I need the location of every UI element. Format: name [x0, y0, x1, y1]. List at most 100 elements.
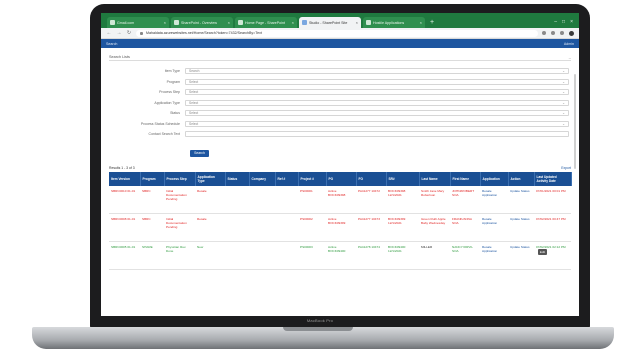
- star-icon[interactable]: [542, 30, 546, 35]
- back-icon[interactable]: ←: [106, 30, 112, 36]
- field-label: Status: [170, 111, 180, 116]
- table-cell[interactable]: Update Status: [508, 185, 534, 214]
- column-header[interactable]: First Name: [450, 171, 481, 186]
- field-value: Select: [189, 90, 199, 95]
- close-tab-icon[interactable]: ×: [164, 20, 166, 25]
- close-tab-icon[interactable]: ×: [356, 20, 358, 25]
- close-tab-icon[interactable]: ×: [420, 20, 422, 25]
- cell-text: SBRC: [142, 188, 151, 193]
- table-cell: [225, 241, 249, 270]
- table-row[interactable]: SBRC0010 01-01 SBRC Initial Documentation …: [109, 185, 571, 214]
- column-header[interactable]: PO: [326, 171, 357, 186]
- field-label: Contact Search Text: [148, 132, 180, 137]
- extensions-icon[interactable]: [551, 30, 555, 35]
- column-header[interactable]: Project #: [298, 171, 327, 186]
- column-header[interactable]: Action: [508, 171, 535, 186]
- favicon-icon: [366, 20, 371, 25]
- column-header[interactable]: Program: [140, 171, 165, 186]
- browser-tab[interactable]: Hostile Applications ×: [363, 17, 425, 28]
- cell-text: Update Status: [510, 188, 530, 193]
- profile-avatar[interactable]: [569, 30, 574, 36]
- cell-text: SBRC0008 01-01: [111, 217, 136, 221]
- cell-text: Smith Jane Mary Robertson: [421, 188, 445, 197]
- field-select[interactable]: Select ⌄: [185, 99, 569, 106]
- favicon-icon: [302, 20, 307, 25]
- search-button[interactable]: Search: [190, 149, 209, 157]
- table-cell: Physician Rev. Done: [164, 241, 195, 270]
- close-tab-icon[interactable]: ×: [292, 20, 294, 25]
- table-cell[interactable]: Resale Application: [480, 185, 508, 214]
- reload-icon[interactable]: ↻: [126, 30, 132, 36]
- maximize-icon[interactable]: □: [562, 19, 565, 25]
- new-tab-button[interactable]: +: [427, 17, 437, 28]
- column-header[interactable]: Process Step: [164, 171, 196, 186]
- table-cell: BOCK09398 12/1/2021: [386, 185, 419, 214]
- field-value: Select: [189, 100, 199, 105]
- tab-label: Studio - SharePoint Site: [309, 20, 348, 25]
- browser-tab[interactable]: SharePoint - Overview ×: [171, 17, 233, 28]
- results-count: Results 1 - 3 of 3: [109, 166, 135, 170]
- table-cell: [275, 185, 298, 214]
- table-cell[interactable]: Update Status: [508, 213, 534, 242]
- browser-tab[interactable]: Gmail.com ×: [107, 17, 169, 28]
- close-tab-icon[interactable]: ×: [228, 20, 230, 25]
- column-header[interactable]: Company: [249, 171, 276, 186]
- row-edit-button[interactable]: Edit: [538, 249, 547, 255]
- table-cell: SBRC: [140, 213, 164, 242]
- table-cell: PA41277 10472: [356, 185, 386, 214]
- chevron-down-icon: ⌄: [562, 79, 565, 84]
- cell-text: Update Status: [510, 217, 530, 221]
- form-row: Process Status Schedule Select ⌄: [101, 119, 569, 130]
- column-header[interactable]: Application Type: [195, 171, 226, 186]
- cell-text: BOCK09398 12/1/2021: [388, 188, 406, 197]
- laptop-screen: Gmail.com × SharePoint - Overview × Home Pag…: [101, 13, 579, 316]
- table-cell: SBRC: [140, 185, 164, 214]
- export-link[interactable]: Export: [561, 166, 571, 170]
- table-cell: BOCK09400 12/1/2021: [386, 241, 419, 270]
- column-header[interactable]: Last Updated Activity Date: [534, 171, 572, 186]
- favicon-icon: [174, 20, 179, 25]
- search-form: Item Type Search ⌄ Program Select ⌄ Process St…: [101, 66, 569, 140]
- field-select[interactable]: Select ⌄: [185, 120, 569, 127]
- field-select[interactable]: Select ⌄: [185, 89, 569, 96]
- table-cell[interactable]: Update Status: [508, 241, 534, 270]
- user-menu[interactable]: Admin: [564, 42, 574, 46]
- app-title: Search: [106, 41, 118, 46]
- field-select[interactable]: [185, 131, 569, 138]
- collapse-icon[interactable]: –: [569, 55, 571, 60]
- field-value: Select: [189, 121, 199, 126]
- field-select[interactable]: Search ⌄: [185, 68, 569, 75]
- column-header[interactable]: Ref #: [275, 171, 299, 186]
- form-row: Program Select ⌄: [101, 77, 569, 88]
- table-row[interactable]: SBRC0005 01-01 SHARE Physician Rev. Done Ne…: [109, 241, 571, 270]
- browser-tab[interactable]: Home Page - SharePoint ×: [235, 17, 297, 28]
- close-window-icon[interactable]: ×: [570, 19, 573, 25]
- column-header[interactable]: Last Name: [419, 171, 451, 186]
- forward-icon[interactable]: →: [116, 30, 122, 36]
- lock-icon: [140, 31, 143, 35]
- field-label: Item Type: [164, 69, 180, 74]
- field-select[interactable]: Select ⌄: [185, 110, 569, 117]
- cell-text: Resale Application: [482, 188, 498, 197]
- cell-text: Active BOCK09398: [328, 188, 346, 197]
- column-header[interactable]: Application: [480, 171, 509, 186]
- page-scrollbar[interactable]: [574, 74, 576, 169]
- cell-text: Resale: [197, 217, 207, 221]
- results-table: Item Version Program Process Step Applicati…: [109, 171, 572, 270]
- table-cell: 07/01/2021 00:01 PM: [534, 185, 571, 214]
- column-header[interactable]: FO: [356, 171, 387, 186]
- column-header[interactable]: Item Version: [109, 171, 141, 186]
- minimize-icon[interactable]: –: [554, 19, 557, 25]
- address-bar[interactable]: Mahaldata.azurewebsites.net/Home/Search?…: [136, 29, 538, 37]
- browser-tab[interactable]: Studio - SharePoint Site ×: [299, 17, 361, 28]
- field-select[interactable]: Select ⌄: [185, 78, 569, 85]
- column-header[interactable]: Status: [225, 171, 250, 186]
- chevron-down-icon: ⌄: [562, 111, 565, 116]
- table-cell[interactable]: Resale Application: [480, 241, 508, 270]
- table-cell[interactable]: Resale Application: [480, 213, 508, 242]
- table-row[interactable]: SBRC0008 01-01 SBRC Initial Documentation …: [109, 213, 571, 242]
- menu-icon[interactable]: [560, 30, 564, 35]
- column-header[interactable]: SR#: [386, 171, 420, 186]
- table-cell: [225, 213, 249, 242]
- search-section-header[interactable]: Search Lists –: [109, 54, 571, 61]
